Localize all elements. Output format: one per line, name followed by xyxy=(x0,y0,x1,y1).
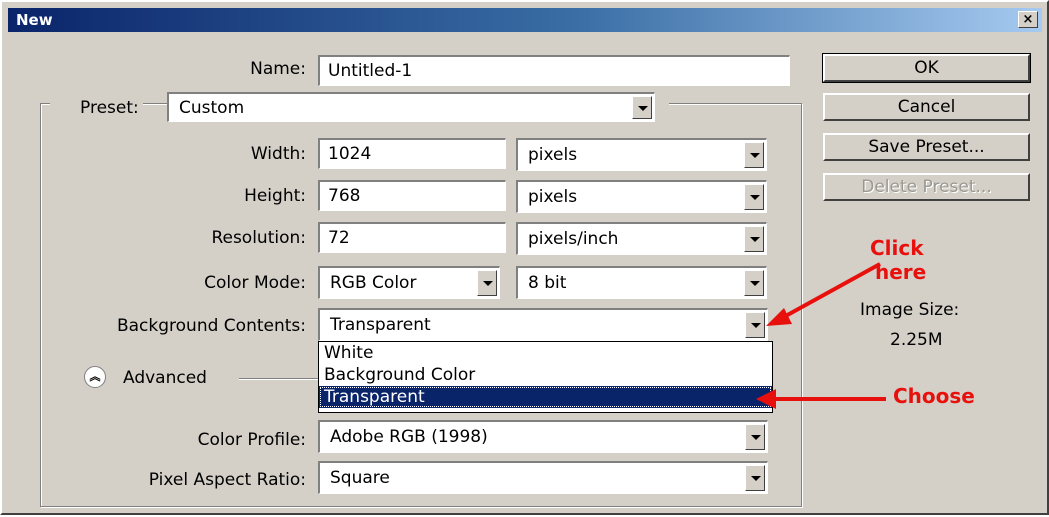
annotation-arrows xyxy=(756,262,886,409)
new-document-dialog: New × Name: Untitled-1 Preset: Custom Wi… xyxy=(0,0,1049,515)
choose-arrow-icon xyxy=(756,389,886,409)
click-here-arrow-icon xyxy=(766,262,881,326)
